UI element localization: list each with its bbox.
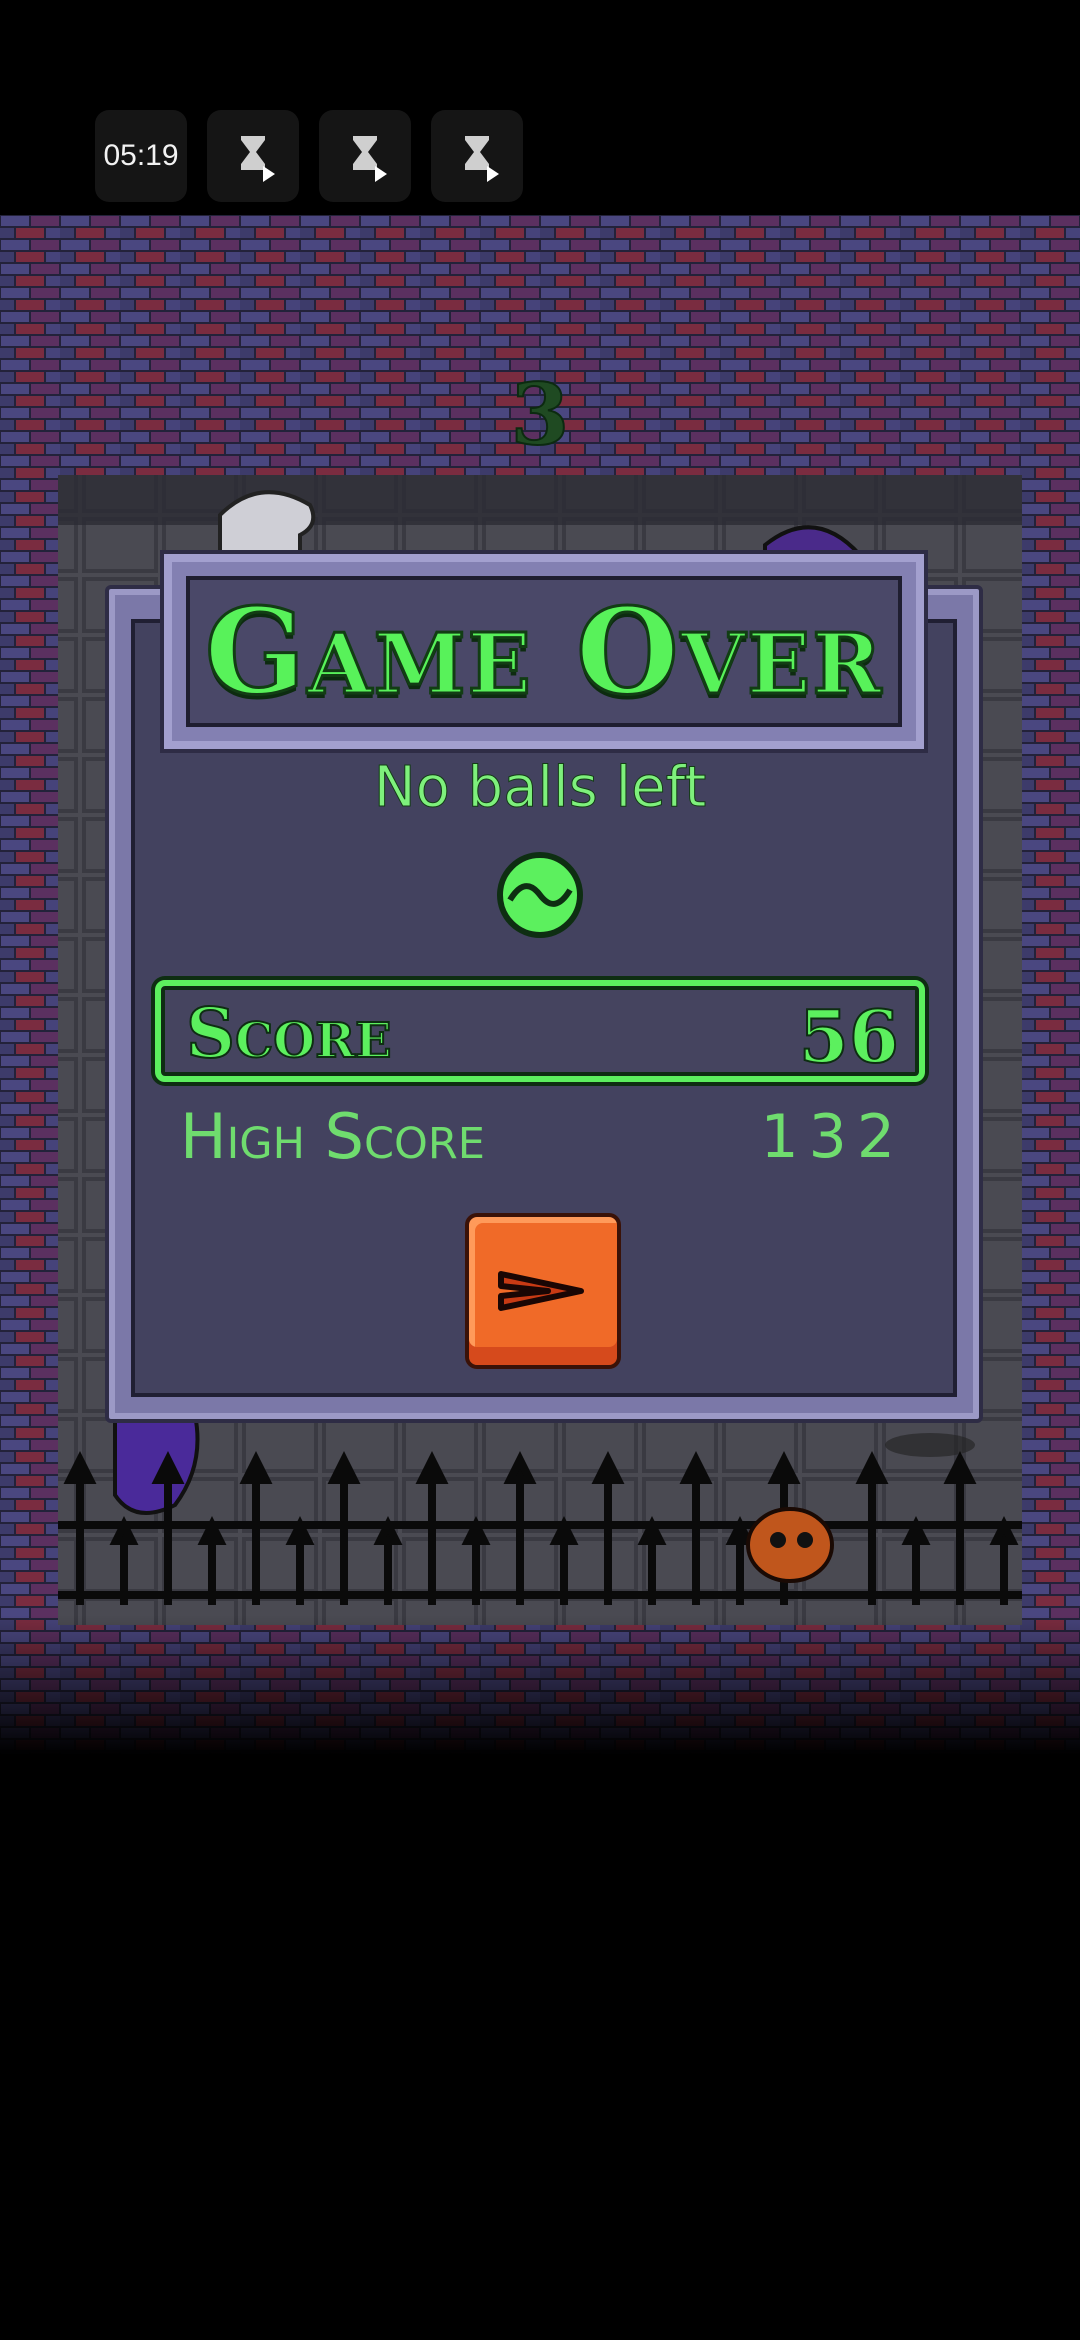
title-plaque: Game Over <box>160 550 928 753</box>
hourglass-play-icon[interactable] <box>207 110 299 202</box>
score-label: Score <box>185 993 393 1075</box>
hourglass-play-icon[interactable] <box>319 110 411 202</box>
next-button[interactable] <box>465 1213 621 1369</box>
game-over-title: Game Over <box>203 581 884 723</box>
high-score-label: High Score <box>180 1100 485 1173</box>
score-value: 56 <box>798 993 900 1080</box>
high-score-value: 132 <box>760 1102 905 1172</box>
ball-icon <box>497 852 583 938</box>
game-over-reason: No balls left <box>373 755 707 821</box>
clock-chip: 05:19 <box>95 110 187 202</box>
chevron-right-icon <box>498 1271 584 1311</box>
hourglass-play-icon[interactable] <box>431 110 523 202</box>
clock-time: 05:19 <box>103 139 179 172</box>
score-box: Score 56 <box>155 980 925 1082</box>
round-number: 3 <box>510 364 570 465</box>
